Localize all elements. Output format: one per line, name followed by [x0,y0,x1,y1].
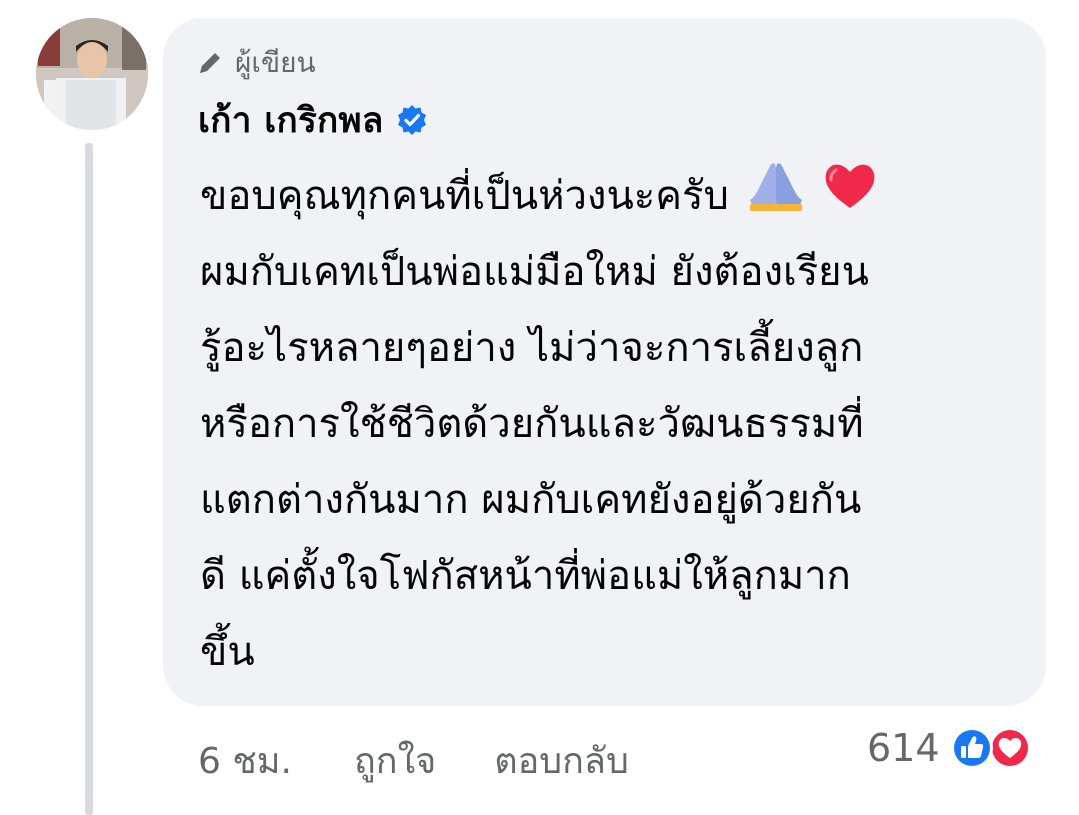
comment-text: ขอบคุณทุกคนที่เป็นห่วงนะครับ ผมกับเคทเป็… [200,158,1030,690]
author-name[interactable]: เก้า เกริกพล [198,93,384,148]
folded-hands-icon [748,160,804,237]
comment-line: ขึ้น [200,629,255,675]
verified-badge-icon [396,104,428,136]
reaction-summary[interactable]: 614 [867,722,1042,774]
comment-line: แตกต่างกันมาก ผมกับเคทยังอยู่ด้วยกัน [200,477,862,523]
red-heart-icon [822,160,878,237]
reaction-count: 614 [867,726,940,770]
author-badge: ผู้เขียน [195,43,316,83]
comment-line: ดี แค่ตั้งใจโฟกัสหน้าที่พ่อแม่ให้ลูกมาก [200,553,851,599]
comment-line: หรือการใช้ชีวิตด้วยกันและวัฒนธรรมที่ [200,401,864,447]
like-reaction-icon [950,726,994,770]
reply-button[interactable]: ตอบกลับ [494,732,629,789]
comment-line: ผมกับเคทเป็นพ่อแม่มือใหม่ ยังต้องเรียน [200,249,869,295]
thread-line [85,143,93,815]
comment-thread: ผู้เขียน เก้า เกริกพล ขอบคุณทุกคนที่เป็น… [0,0,1079,815]
comment-line: รู้อะไรหลายๆอย่าง ไม่ว่าจะการเลี้ยงลูก [200,325,864,371]
like-button[interactable]: ถูกใจ [354,732,436,789]
author-row: เก้า เกริกพล [198,96,428,144]
avatar-image [36,18,148,130]
comment-line: ขอบคุณทุกคนที่เป็นห่วงนะครับ [200,158,1030,234]
comment-actions: 6 ชม. ถูกใจ ตอบกลับ [198,730,629,790]
comment-timestamp[interactable]: 6 ชม. [198,732,292,789]
reaction-icons [950,724,1042,772]
love-reaction-icon [988,726,1032,770]
pencil-icon [195,48,225,78]
author-badge-label: ผู้เขียน [235,46,316,79]
avatar[interactable] [36,18,148,130]
